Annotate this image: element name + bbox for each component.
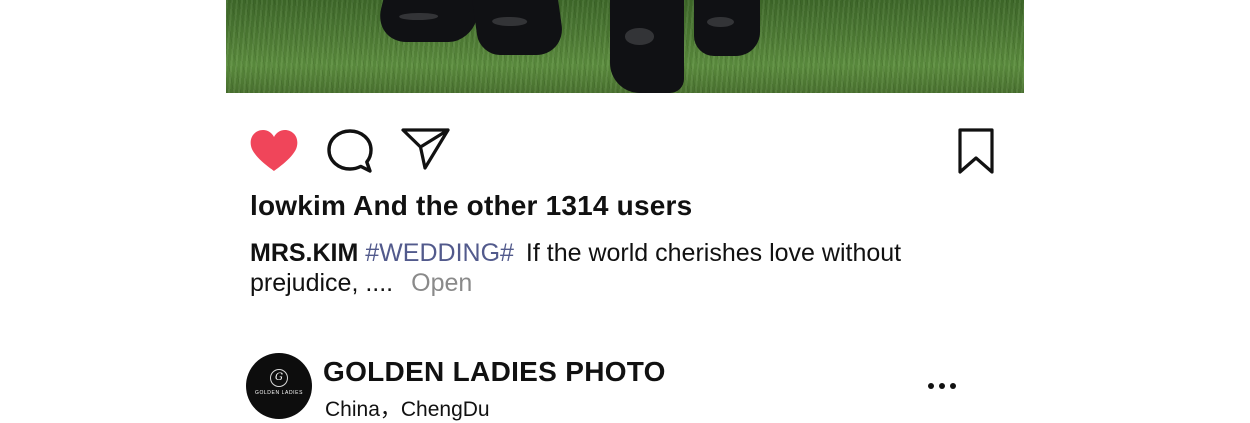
likes-count[interactable]: lowkim And the other 1314 users <box>250 190 692 222</box>
comment-icon[interactable] <box>326 128 374 174</box>
account-name[interactable]: GOLDEN LADIES PHOTO <box>323 356 666 388</box>
send-icon[interactable] <box>401 127 451 171</box>
bookmark-icon[interactable] <box>957 127 995 175</box>
shoe-shape-center <box>472 0 566 55</box>
post-caption: MRS.KIM #WEDDING# If the world cherishes … <box>250 238 950 298</box>
shoe-shape-left <box>372 0 482 42</box>
account-location[interactable]: China，ChengDu <box>325 393 490 423</box>
caption-author[interactable]: MRS.KIM <box>250 239 358 267</box>
caption-open-link[interactable]: Open <box>411 269 472 297</box>
more-icon[interactable] <box>926 380 958 392</box>
boot-shape-left <box>610 0 684 93</box>
post-photo[interactable] <box>226 0 1024 93</box>
boot-shape-right <box>694 0 760 56</box>
caption-hashtag[interactable]: #WEDDING# <box>365 239 514 267</box>
avatar-logo-mark: G <box>270 369 288 387</box>
heart-icon[interactable] <box>249 129 299 173</box>
avatar-logo-text: GOLDEN LADIES <box>254 390 304 396</box>
account-avatar[interactable]: G GOLDEN LADIES <box>246 353 312 419</box>
